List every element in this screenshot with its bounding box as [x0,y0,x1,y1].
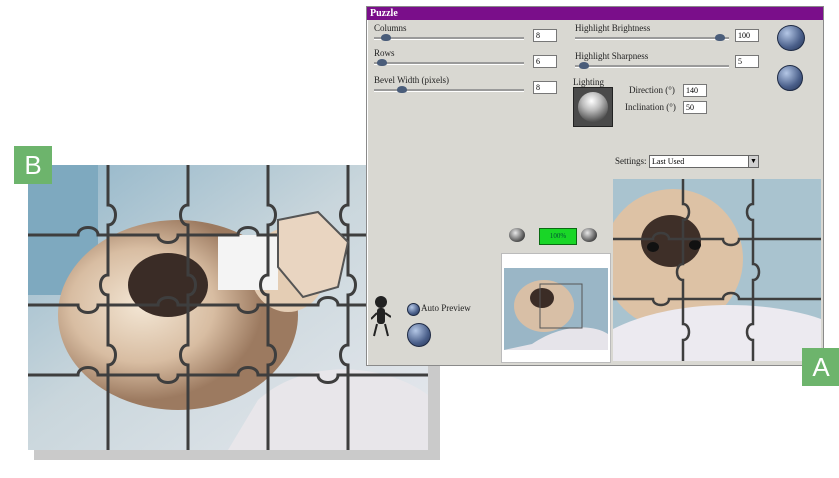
chevron-down-icon[interactable]: ▼ [748,156,758,167]
auto-preview-toggle[interactable] [407,303,420,316]
highlight-brightness-slider-thumb[interactable] [715,34,725,41]
direction-label: Direction (°) [629,85,675,95]
lighting-label: Lighting [573,77,604,87]
navigator-thumbnail[interactable] [501,253,611,363]
highlight-brightness-slider[interactable] [575,37,729,40]
zoom-in-button[interactable] [581,228,597,242]
bevel-width-label: Bevel Width (pixels) [374,75,449,85]
mascot-figure-icon [370,295,392,337]
highlight-sharpness-slider-thumb[interactable] [579,62,589,69]
title-bar[interactable]: Puzzle [367,7,823,20]
ok-button[interactable] [777,25,805,51]
dialog-title: Puzzle [370,8,398,19]
highlight-sharpness-label: Highlight Sharpness [575,51,649,61]
lighting-sphere-control[interactable] [573,87,613,127]
columns-slider[interactable] [374,37,524,40]
auto-preview-label: Auto Preview [421,303,471,313]
columns-slider-thumb[interactable] [381,34,391,41]
settings-selected-value: Last Used [652,157,685,166]
reset-button[interactable] [407,323,431,347]
rows-slider[interactable] [374,62,524,65]
rows-field[interactable]: 6 [533,55,557,68]
columns-label: Columns [374,23,407,33]
settings-dropdown[interactable]: Last Used ▼ [649,155,759,168]
zoom-out-button[interactable] [509,228,525,242]
bevel-width-field[interactable]: 8 [533,81,557,94]
highlight-sharpness-slider[interactable] [575,65,729,68]
direction-field[interactable]: 140 [683,84,707,97]
label-b-badge: B [14,146,52,184]
highlight-brightness-label: Highlight Brightness [575,23,651,33]
highlight-sharpness-field[interactable]: 5 [735,55,759,68]
highlight-brightness-field[interactable]: 100 [735,29,759,42]
bevel-width-slider-thumb[interactable] [397,86,407,93]
columns-field[interactable]: 8 [533,29,557,42]
rows-label: Rows [374,48,395,58]
rows-slider-thumb[interactable] [377,59,387,66]
inclination-label: Inclination (°) [625,102,676,112]
preview-image[interactable] [603,179,821,361]
puzzle-dialog: Puzzle Columns 8 Rows 6 Bevel Width (pix… [366,6,824,366]
settings-label: Settings: [615,156,647,166]
inclination-field[interactable]: 50 [683,101,707,114]
cancel-button[interactable] [777,65,803,91]
light-sphere-icon [578,92,608,122]
label-a-badge: A [802,348,839,386]
progress-indicator: 100% [539,228,577,245]
